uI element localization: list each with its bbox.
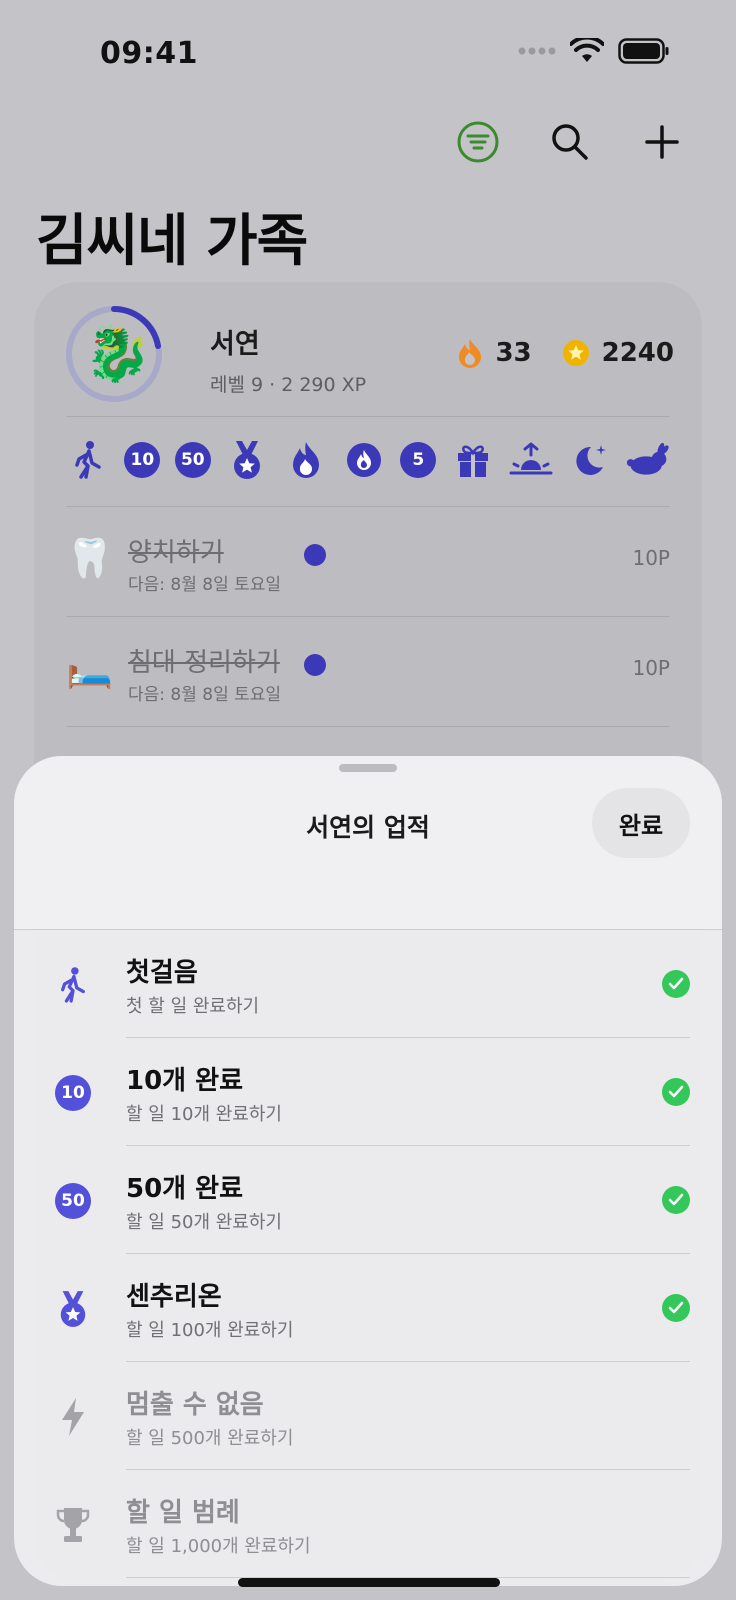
- achievements-sheet: 서연의 업적 완료 첫걸음 첫 할 일 완료하기 10 10개 완료 할 일 1…: [14, 756, 722, 1586]
- filter-icon: [457, 121, 499, 163]
- search-icon: [552, 124, 588, 160]
- task-title: 침대 정리하기: [128, 648, 280, 678]
- achievement-title: 멈출 수 없음: [126, 1390, 264, 1420]
- achievement-subtitle: 첫 할 일 완료하기: [126, 996, 260, 1017]
- divider: [66, 416, 670, 417]
- task-title: 양치하기: [128, 538, 224, 568]
- achievement-list: 첫걸음 첫 할 일 완료하기 10 10개 완료 할 일 10개 완료하기 50…: [14, 930, 722, 1578]
- flame-badge-icon: [284, 438, 328, 482]
- checkmark-icon: [662, 1294, 690, 1322]
- coin-count: 2240: [601, 338, 674, 368]
- battery-icon: [618, 38, 669, 64]
- task-emoji: 🦷: [66, 536, 114, 580]
- achievement-title: 50개 완료: [126, 1174, 243, 1204]
- divider: [66, 726, 670, 727]
- checkmark-icon: [662, 970, 690, 998]
- achievement-row[interactable]: 센추리온 할 일 100개 완료하기: [14, 1254, 722, 1362]
- task-points: 10P: [632, 546, 670, 570]
- flame-icon: [459, 339, 482, 368]
- gift-icon: [451, 438, 495, 482]
- walking-icon: [52, 964, 94, 1006]
- plus-icon: [645, 125, 679, 159]
- divider: [66, 506, 670, 507]
- walking-icon: [66, 438, 110, 482]
- avatar: 🐉: [84, 322, 152, 385]
- coin-icon: [562, 340, 589, 366]
- task-next-date: 다음: 8월 8일 토요일: [128, 575, 282, 595]
- achievement-row[interactable]: 50 50개 완료 할 일 50개 완료하기: [14, 1146, 722, 1254]
- task-emoji: 🛏️: [66, 646, 114, 690]
- bolt-icon: [52, 1396, 94, 1438]
- achievement-subtitle: 할 일 500개 완료하기: [126, 1428, 294, 1449]
- member-name: 서연: [210, 329, 260, 360]
- achievement-title: 10개 완료: [126, 1066, 243, 1096]
- home-indicator[interactable]: [238, 1578, 500, 1587]
- badge-50: 50: [174, 442, 211, 478]
- sheet-header: 서연의 업적 완료: [14, 756, 722, 930]
- task-row[interactable]: 🦷 양치하기 다음: 8월 8일 토요일 10P: [66, 508, 670, 616]
- achievement-subtitle: 할 일 1,000개 완료하기: [126, 1536, 311, 1557]
- cellular-icon: [518, 47, 556, 55]
- achievement-row[interactable]: 멈출 수 없음 할 일 500개 완료하기: [14, 1362, 722, 1470]
- done-button[interactable]: 완료: [592, 788, 690, 858]
- achievement-title: 센추리온: [126, 1282, 222, 1312]
- achievement-subtitle: 할 일 10개 완료하기: [126, 1104, 282, 1125]
- checkmark-icon: [662, 1186, 690, 1214]
- sunrise-icon: [509, 438, 553, 482]
- achievement-subtitle: 할 일 100개 완료하기: [126, 1320, 294, 1341]
- member-stats: 33 2240: [457, 338, 674, 368]
- number-badge-icon: 10: [52, 1072, 94, 1114]
- trophy-icon: [52, 1504, 94, 1546]
- member-level: 레벨 9 · 2 290 XP: [210, 374, 367, 396]
- badge-number: 10: [55, 1075, 91, 1111]
- search-button[interactable]: [546, 118, 594, 166]
- sheet-grabber[interactable]: [339, 764, 397, 772]
- status-bar: 09:41: [0, 0, 736, 100]
- add-button[interactable]: [638, 118, 686, 166]
- streak-count: 33: [495, 338, 532, 368]
- medal-icon: [225, 438, 269, 482]
- wifi-icon: [570, 38, 604, 62]
- toolbar: [454, 118, 686, 166]
- achievement-row[interactable]: 10 10개 완료 할 일 10개 완료하기: [14, 1038, 722, 1146]
- task-done-icon: [304, 544, 326, 566]
- status-time: 09:41: [100, 36, 198, 71]
- achievement-title: 할 일 범례: [126, 1498, 240, 1528]
- member-header[interactable]: 🐉 서연 레벨 9 · 2 290 XP 33 2240: [64, 304, 674, 408]
- achievement-subtitle: 할 일 50개 완료하기: [126, 1212, 282, 1233]
- achievement-title: 첫걸음: [126, 958, 198, 988]
- badge-5: 5: [400, 442, 437, 478]
- task-row[interactable]: 🛏️ 침대 정리하기 다음: 8월 8일 토요일 10P: [66, 618, 670, 726]
- task-done-icon: [304, 654, 326, 676]
- rabbit-icon: [626, 438, 670, 482]
- task-next-date: 다음: 8월 8일 토요일: [128, 685, 282, 705]
- achievement-row[interactable]: 첫걸음 첫 할 일 완료하기: [14, 930, 722, 1038]
- moon-stars-icon: [568, 438, 612, 482]
- divider: [66, 616, 670, 617]
- task-points: 10P: [632, 656, 670, 680]
- checkmark-icon: [662, 1078, 690, 1106]
- badge-10: 10: [124, 442, 161, 478]
- badge-number: 50: [55, 1183, 91, 1219]
- status-icons: [518, 38, 670, 64]
- medal-icon: [52, 1288, 94, 1330]
- badge-strip[interactable]: 10 50 5: [66, 430, 670, 490]
- filter-button[interactable]: [454, 118, 502, 166]
- number-badge-icon: 50: [52, 1180, 94, 1222]
- achievement-row[interactable]: 할 일 범례 할 일 1,000개 완료하기: [14, 1470, 722, 1578]
- page-title: 김씨네 가족: [36, 209, 308, 274]
- flame-circle-icon: [342, 438, 386, 482]
